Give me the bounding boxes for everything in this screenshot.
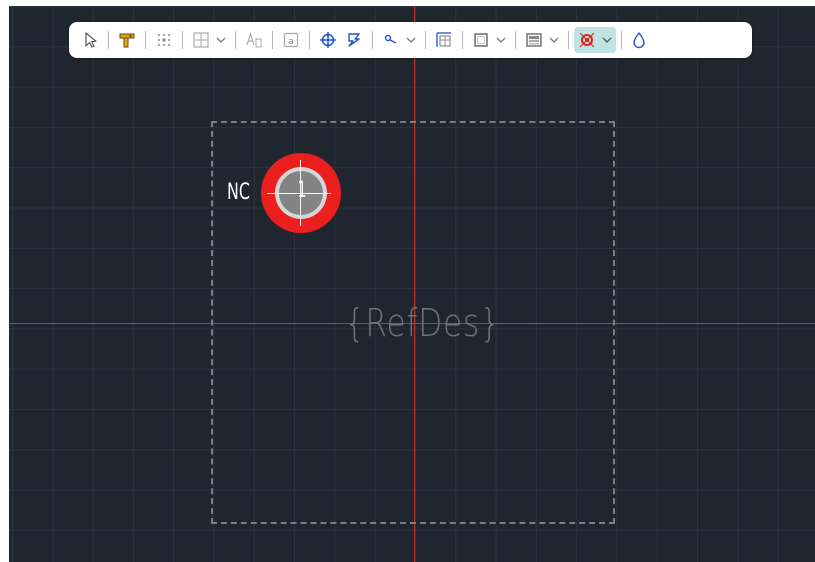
- select-tool-button[interactable]: [79, 27, 103, 53]
- toolbar-separator: [272, 31, 273, 49]
- text-icon: [245, 31, 263, 49]
- attribute-button[interactable]: a: [278, 27, 304, 53]
- measure-icon: [382, 31, 400, 49]
- pad-toggle-button[interactable]: [574, 27, 616, 53]
- origin-button[interactable]: [315, 27, 341, 53]
- toolbar-separator: [462, 31, 463, 49]
- pad-stack-button[interactable]: [341, 27, 367, 53]
- pin-tool-button[interactable]: [114, 27, 140, 53]
- drop-button[interactable]: [627, 27, 651, 53]
- chevron-down-icon: [602, 37, 612, 43]
- chevron-down-icon: [549, 37, 559, 43]
- select-pointer-icon: [83, 32, 99, 48]
- pad-stack-icon: [345, 31, 363, 49]
- chevron-down-icon: [496, 37, 506, 43]
- outline-button[interactable]: [468, 27, 510, 53]
- toolbar-separator: [621, 31, 622, 49]
- outline-icon: [472, 31, 490, 49]
- grid-button[interactable]: [188, 27, 230, 53]
- dimension-icon: [435, 31, 453, 49]
- svg-text:a: a: [288, 37, 294, 47]
- toolbar-separator: [145, 31, 146, 49]
- origin-icon: [319, 31, 337, 49]
- drop-icon: [631, 31, 647, 49]
- dimension-button[interactable]: [431, 27, 457, 53]
- pin-name-label: NC: [227, 180, 250, 205]
- text-tool-button[interactable]: [241, 27, 267, 53]
- grid-icon: [192, 31, 210, 49]
- layer-icon: [525, 31, 543, 49]
- toolbar-separator: [425, 31, 426, 49]
- toolbar-separator: [108, 31, 109, 49]
- pin-tool-icon: [118, 31, 136, 49]
- refdes-label: {RefDes}: [344, 301, 501, 345]
- footprint-canvas[interactable]: {RefDes} 1 NC: [9, 6, 815, 562]
- toolbar-separator: [182, 31, 183, 49]
- layer-button[interactable]: [521, 27, 563, 53]
- toolbar-separator: [515, 31, 516, 49]
- toolbar-separator: [372, 31, 373, 49]
- attribute-icon: a: [282, 31, 300, 49]
- pin-array-icon: [155, 31, 173, 49]
- pin-array-button[interactable]: [151, 27, 177, 53]
- pad-number: 1: [297, 178, 307, 203]
- toolbar: a: [69, 22, 752, 58]
- toolbar-separator: [568, 31, 569, 49]
- pad-toggle-icon: [578, 31, 596, 49]
- chevron-down-icon: [406, 37, 416, 43]
- chevron-down-icon: [216, 37, 226, 43]
- toolbar-separator: [309, 31, 310, 49]
- measure-button[interactable]: [378, 27, 420, 53]
- toolbar-separator: [235, 31, 236, 49]
